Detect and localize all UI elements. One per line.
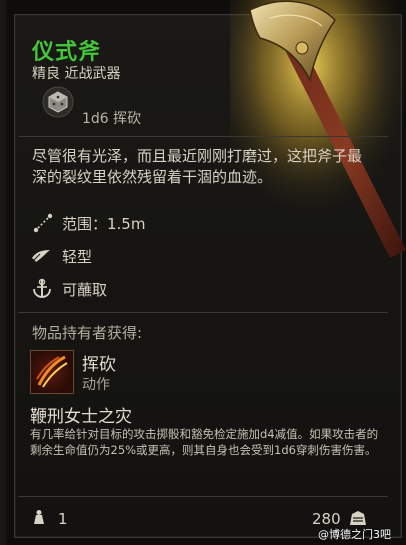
- divider: [18, 496, 388, 497]
- watermark: @博德之门3吧: [318, 528, 391, 541]
- range-icon: [33, 213, 53, 233]
- holder-section-heading: 物品持有者获得:: [32, 324, 143, 342]
- property-dippable: 可蘸取: [62, 281, 108, 299]
- damage-value: 1d6 挥砍: [82, 111, 142, 127]
- property-light: 轻型: [62, 248, 93, 266]
- divider: [18, 136, 388, 137]
- divider: [18, 312, 388, 313]
- curse-title: 鞭刑女士之灾: [30, 407, 132, 427]
- ability-name: 挥砍: [82, 355, 116, 375]
- curse-description: 有几率给针对目标的攻击掷骰和豁免检定施加d4减值。如果攻击者的剩余生命值仍为25…: [30, 427, 379, 457]
- dippable-icon: [33, 278, 51, 298]
- gold-coin-icon: [350, 511, 366, 525]
- weight-icon: [34, 510, 44, 524]
- dice-icon: [42, 86, 74, 118]
- item-weight: 1: [58, 510, 68, 528]
- item-name: 仪式斧: [32, 40, 102, 65]
- slash-icon[interactable]: [30, 350, 74, 394]
- light-weapon-icon: [32, 250, 50, 262]
- property-range: 范围：1.5m: [62, 215, 146, 233]
- item-rarity-type: 精良 近战武器: [32, 66, 121, 82]
- item-description: 尽管很有光泽，而且最近刚刚打磨过，这把斧子最深的裂纹里依然残留着干涸的血迹。: [32, 147, 363, 186]
- axe-artwork: [230, 0, 406, 260]
- ability-type: 动作: [82, 377, 110, 393]
